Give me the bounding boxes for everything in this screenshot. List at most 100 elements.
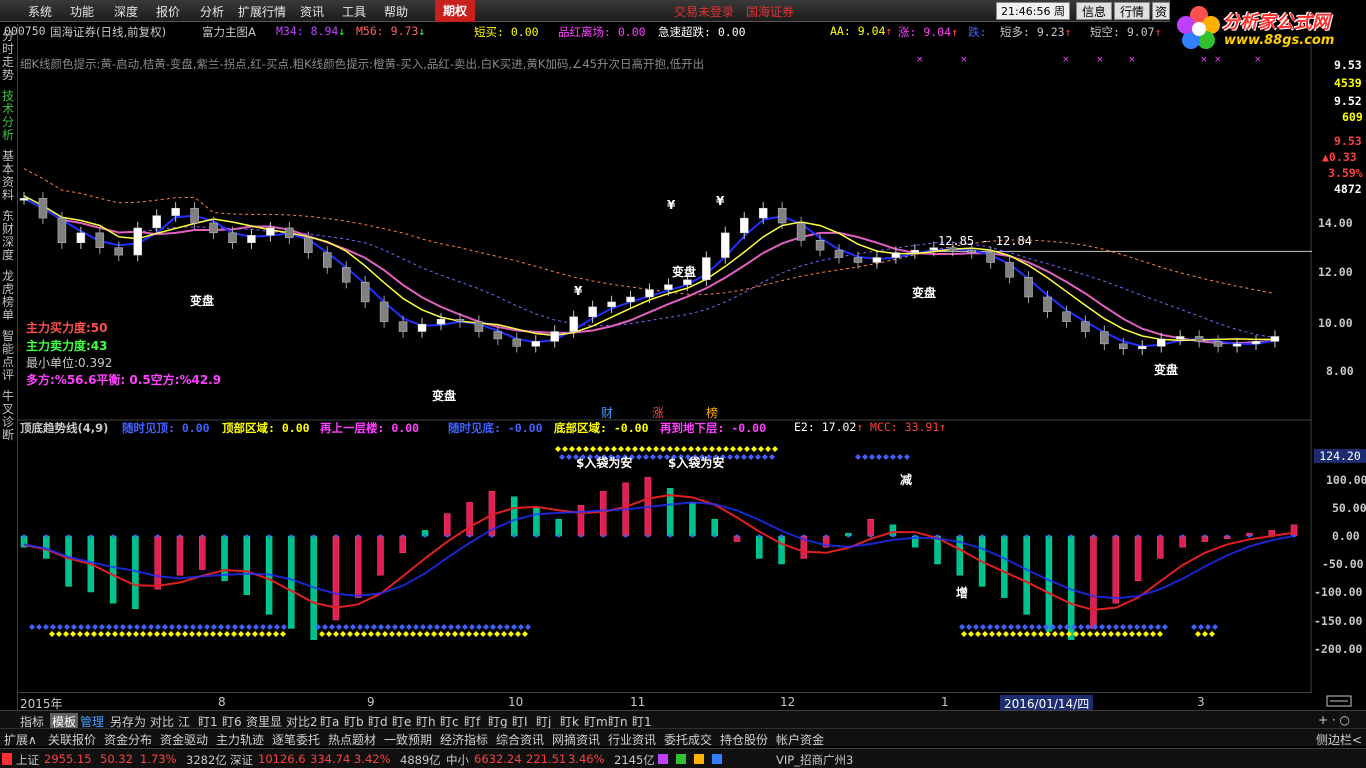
- top-zone-marker: [734, 454, 740, 460]
- vtab-dragon-tiger[interactable]: 龙虎榜单: [2, 270, 16, 322]
- menu-tools[interactable]: 工具: [342, 3, 366, 20]
- bottom-zone-marker: [84, 631, 90, 637]
- zero-dot: [824, 534, 828, 538]
- see-top: 随时见顶: 0.00: [122, 421, 210, 435]
- function-tab-4[interactable]: 主力轨迹: [216, 731, 264, 748]
- menu-analysis[interactable]: 分析: [200, 3, 224, 20]
- candle-body: [550, 331, 559, 342]
- bottom-zone-marker: [281, 624, 287, 630]
- bottom-zone-marker: [225, 624, 231, 630]
- bottom-zone-marker: [141, 624, 147, 630]
- bottom-zone-marker: [154, 631, 160, 637]
- trade-login-link[interactable]: 交易未登录: [674, 3, 734, 20]
- menu-bar: 系统 功能 深度 报价 分析 扩展行情 资讯 工具 帮助 期权 交易未登录 国海…: [0, 0, 1366, 36]
- function-tab-6[interactable]: 热点题材: [328, 731, 376, 748]
- menu-help[interactable]: 帮助: [384, 3, 408, 20]
- function-tab-10[interactable]: 网摘资讯: [552, 731, 600, 748]
- menu-quote[interactable]: 报价: [156, 3, 180, 20]
- top-zone-marker: [709, 446, 715, 452]
- signal-x-marker: ×: [1214, 55, 1222, 65]
- quotes-button[interactable]: 行情: [1114, 2, 1150, 20]
- top-zone-marker: [611, 446, 617, 452]
- chart-canvas[interactable]: × × × × × × × ×: [18, 40, 1312, 692]
- bottom-zone-marker: [1122, 631, 1128, 637]
- zero-dot: [156, 534, 160, 538]
- vtab-dongcai[interactable]: 东财深度: [2, 210, 16, 262]
- function-tab-12[interactable]: 委托成交: [664, 731, 712, 748]
- bottom-zone-marker: [1024, 631, 1030, 637]
- sh-change: 50.32: [100, 752, 133, 766]
- indicator-name: 富力主图A: [202, 25, 256, 39]
- function-tab-5[interactable]: 逐笔委托: [272, 731, 320, 748]
- zero-dot: [111, 534, 115, 538]
- candle-body: [1213, 341, 1223, 347]
- function-tab-1[interactable]: 关联报价: [48, 731, 96, 748]
- bottom-zone-marker: [385, 624, 391, 630]
- vtab-fundamentals[interactable]: 基本资料: [2, 150, 16, 202]
- candle-body: [114, 247, 124, 256]
- menu-system[interactable]: 系统: [28, 3, 52, 20]
- bottom-zone-marker: [375, 631, 381, 637]
- broker-link[interactable]: 国海证券: [746, 3, 794, 20]
- marker-billboard[interactable]: 榜: [706, 404, 718, 421]
- bottom-zone-marker: [231, 631, 237, 637]
- function-tab-8[interactable]: 经济指标: [440, 731, 488, 748]
- candle-body: [872, 257, 882, 263]
- zero-dot: [668, 534, 672, 538]
- function-tab-9[interactable]: 综合资讯: [496, 731, 544, 748]
- top-zone-marker: [751, 446, 757, 452]
- zero-dot: [245, 534, 249, 538]
- bottom-zone-marker: [1129, 631, 1135, 637]
- info-button[interactable]: 信息: [1076, 2, 1112, 20]
- zero-dot: [891, 534, 895, 538]
- vtab-smart-review[interactable]: 智能点评: [2, 330, 16, 382]
- bottom-zone-marker: [989, 631, 995, 637]
- function-tab-2[interactable]: 资金分布: [104, 731, 152, 748]
- menu-depth[interactable]: 深度: [114, 3, 138, 20]
- macd-bar: [577, 504, 585, 537]
- candle-body: [929, 247, 939, 251]
- candle-body: [796, 222, 806, 241]
- vtab-diagnosis[interactable]: 牛叉诊断: [2, 390, 16, 442]
- axis-price-2: 9.52: [1334, 94, 1362, 108]
- assets-button[interactable]: 资: [1152, 2, 1170, 20]
- axis-price-1: 9.53: [1334, 58, 1362, 72]
- zero-dot: [1203, 534, 1207, 538]
- function-tab-3[interactable]: 资金驱动: [160, 731, 208, 748]
- turn-label-3: 变盘: [672, 265, 697, 279]
- axis-last-price: 9.53: [1334, 134, 1362, 148]
- sh-label: 上证: [16, 753, 39, 767]
- vtab-timeshare[interactable]: 分时走势: [2, 30, 16, 82]
- bottom-zone-marker: [1134, 624, 1140, 630]
- menu-news[interactable]: 资讯: [300, 3, 324, 20]
- function-tab-11[interactable]: 行业资讯: [608, 731, 656, 748]
- bottom-zone-marker: [522, 631, 528, 637]
- top-zone-marker: [755, 454, 761, 460]
- bottom-zone-marker: [106, 624, 112, 630]
- chart-settings-icon[interactable]: [1326, 694, 1356, 708]
- top-zone-marker: [688, 446, 694, 452]
- bottom-zone-marker: [1141, 624, 1147, 630]
- bottom-zone-marker: [267, 624, 273, 630]
- zero-dot: [757, 534, 761, 538]
- bottom-zone-marker: [1150, 631, 1156, 637]
- candle-body: [702, 257, 711, 280]
- vtab-technical[interactable]: 技术分析: [2, 90, 16, 142]
- candle-body: [645, 289, 654, 298]
- function-toolbar: 扩展∧ 关联报价 资金分布 资金驱动 主力轨迹 逐笔委托 热点题材 一致预期 经济指标 综合资讯网…: [0, 728, 1366, 748]
- sidebar-toggle[interactable]: 侧边栏<: [1316, 731, 1362, 748]
- function-tab-0[interactable]: 扩展∧: [4, 731, 37, 748]
- menu-options-tab[interactable]: 期权: [435, 0, 475, 22]
- marker-limit-up[interactable]: 涨: [652, 404, 664, 421]
- menu-function[interactable]: 功能: [70, 3, 94, 20]
- bottom-zone-marker: [105, 631, 111, 637]
- zoom-controls[interactable]: + · ○: [1318, 713, 1350, 727]
- menu-extended-quotes[interactable]: 扩展行情: [238, 3, 286, 20]
- zero-dot: [378, 534, 382, 538]
- function-tab-13[interactable]: 持仓股份: [720, 731, 768, 748]
- candle-body: [398, 321, 408, 332]
- function-tab-7[interactable]: 一致预期: [384, 731, 432, 748]
- marker-finance[interactable]: 财: [601, 404, 613, 421]
- function-tab-14[interactable]: 帐户资金: [776, 731, 824, 748]
- zero-dot: [713, 534, 717, 538]
